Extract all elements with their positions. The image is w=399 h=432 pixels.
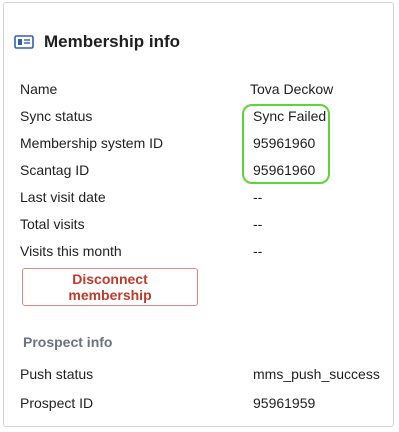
row-label: Sync status — [20, 108, 93, 124]
row-value: -- — [253, 243, 263, 259]
sync-highlight-box — [242, 104, 330, 184]
row-label: Prospect ID — [20, 395, 94, 411]
row-push-status: Push status mms_push_success — [20, 364, 399, 384]
disconnect-membership-button[interactable]: Disconnect membership — [22, 268, 198, 306]
row-value: -- — [253, 189, 263, 205]
row-name: Name Tova Deckow — [20, 79, 399, 99]
row-value: 95961959 — [253, 395, 316, 411]
prospect-info-heading: Prospect info — [23, 334, 113, 350]
row-label: Last visit date — [20, 189, 106, 205]
row-value: mms_push_success — [253, 366, 380, 382]
row-label: Scantag ID — [20, 162, 90, 178]
row-label: Push status — [20, 366, 94, 382]
row-value: Tova Deckow — [250, 81, 334, 97]
row-label: Membership system ID — [20, 135, 164, 151]
row-last-visit-date: Last visit date -- — [20, 187, 399, 207]
row-total-visits: Total visits -- — [20, 214, 399, 234]
row-label: Total visits — [20, 216, 85, 232]
row-visits-this-month: Visits this month -- — [20, 241, 399, 261]
row-scantag-id: Scantag ID 95961960 — [20, 160, 399, 180]
row-prospect-id: Prospect ID 95961959 — [20, 393, 399, 413]
row-label: Visits this month — [20, 243, 122, 259]
card-header: Membership info — [14, 27, 180, 57]
card-title: Membership info — [44, 32, 181, 51]
row-sync-status: Sync status Sync Failed — [20, 106, 399, 126]
row-value: -- — [253, 216, 263, 232]
membership-card-icon — [14, 35, 34, 49]
row-label: Name — [20, 81, 58, 97]
row-membership-system-id: Membership system ID 95961960 — [20, 133, 399, 153]
